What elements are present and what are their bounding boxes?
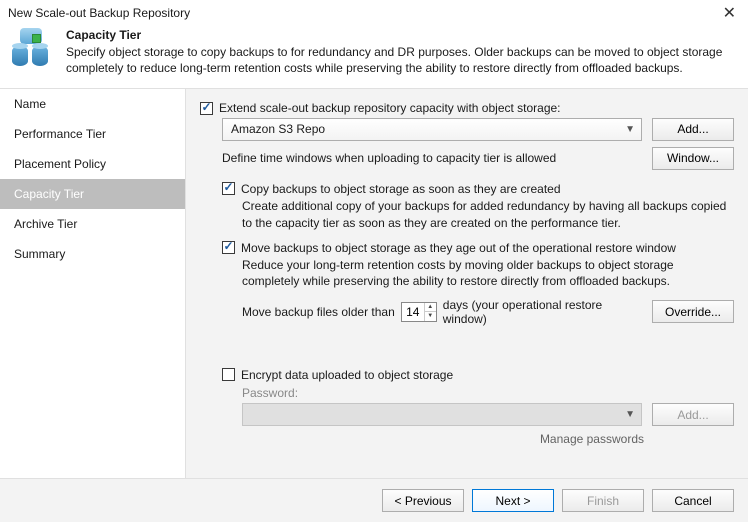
titlebar: New Scale-out Backup Repository ✕ [0,0,748,26]
manage-passwords-link[interactable]: Manage passwords [540,432,644,446]
wizard-steps-sidebar: Name Performance Tier Placement Policy C… [0,89,186,478]
header-texts: Capacity Tier Specify object storage to … [66,28,738,76]
header: Capacity Tier Specify object storage to … [0,26,748,88]
checkbox-icon [222,368,235,381]
sidebar-item-performance-tier[interactable]: Performance Tier [0,119,185,149]
days-input[interactable] [402,303,424,321]
page-description: Specify object storage to copy backups t… [66,44,738,76]
move-suffix-label: days (your operational restore window) [443,298,646,326]
body: Name Performance Tier Placement Policy C… [0,88,748,478]
capacity-tier-pane: Extend scale-out backup repository capac… [186,89,748,478]
override-button[interactable]: Override... [652,300,734,323]
wizard-footer: < Previous Next > Finish Cancel [0,478,748,522]
encrypt-checkbox-label: Encrypt data uploaded to object storage [241,368,453,382]
spinner-arrows[interactable]: ▲ ▼ [424,303,436,321]
copy-description: Create additional copy of your backups f… [200,198,734,230]
arrow-down-icon: ▼ [425,312,436,321]
chevron-down-icon: ▼ [625,409,635,420]
password-label: Password: [200,386,734,400]
password-select: ▼ [242,403,642,426]
extend-checkbox-label: Extend scale-out backup repository capac… [219,101,561,115]
sidebar-item-placement-policy[interactable]: Placement Policy [0,149,185,179]
chevron-down-icon: ▼ [625,124,635,135]
close-icon[interactable]: ✕ [719,3,740,23]
checkbox-icon [222,241,235,254]
checkbox-icon [200,102,213,115]
sidebar-item-name[interactable]: Name [0,89,185,119]
sidebar-item-capacity-tier[interactable]: Capacity Tier [0,179,185,209]
object-storage-selected: Amazon S3 Repo [231,122,325,136]
copy-checkbox[interactable]: Copy backups to object storage as soon a… [200,180,561,198]
days-spinner[interactable]: ▲ ▼ [401,302,437,322]
move-prefix-label: Move backup files older than [242,305,395,319]
arrow-up-icon: ▲ [425,303,436,313]
page-title: Capacity Tier [66,28,738,42]
capacity-tier-icon [10,28,54,70]
next-button[interactable]: Next > [472,489,554,512]
define-windows-label: Define time windows when uploading to ca… [222,151,556,165]
move-checkbox-label: Move backups to object storage as they a… [241,241,676,255]
extend-checkbox[interactable]: Extend scale-out backup repository capac… [200,99,561,117]
cancel-button[interactable]: Cancel [652,489,734,512]
previous-button[interactable]: < Previous [382,489,464,512]
copy-checkbox-label: Copy backups to object storage as soon a… [241,182,561,196]
sidebar-item-archive-tier[interactable]: Archive Tier [0,209,185,239]
object-storage-select[interactable]: Amazon S3 Repo ▼ [222,118,642,141]
move-description: Reduce your long-term retention costs by… [200,257,734,289]
window-button[interactable]: Window... [652,147,734,170]
finish-button: Finish [562,489,644,512]
encrypt-checkbox[interactable]: Encrypt data uploaded to object storage [200,366,453,384]
add-password-button: Add... [652,403,734,426]
move-checkbox[interactable]: Move backups to object storage as they a… [200,239,676,257]
checkbox-icon [222,182,235,195]
add-repo-button[interactable]: Add... [652,118,734,141]
sidebar-item-summary[interactable]: Summary [0,239,185,269]
window-title: New Scale-out Backup Repository [8,6,190,20]
